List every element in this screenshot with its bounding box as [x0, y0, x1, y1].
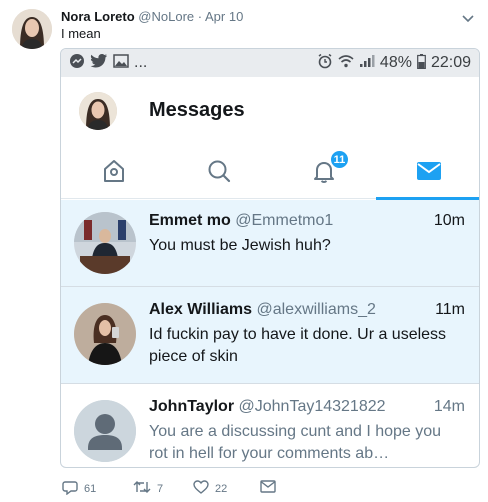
- message-preview: Id fuckin pay to have it done. Ur a usel…: [149, 326, 447, 365]
- tweet-date[interactable]: Apr 10: [205, 9, 243, 24]
- tweet-header: Nora Loreto @NoLore · Apr 10: [61, 9, 243, 25]
- default-avatar-icon[interactable]: [74, 400, 136, 462]
- tweet-actions: 61 7 22: [60, 480, 480, 498]
- sender-handle: @alexwilliams_2: [256, 301, 376, 318]
- sender-name: JohnTaylor: [149, 398, 235, 415]
- alarm-clock-icon: [317, 53, 333, 73]
- message-preview: You must be Jewish huh?: [149, 237, 331, 254]
- tweet-author-handle[interactable]: @NoLore: [138, 9, 194, 24]
- reply-button[interactable]: 61: [62, 480, 96, 498]
- sender-name: Emmet mo: [149, 212, 231, 229]
- retweet-icon: [133, 480, 151, 497]
- status-overflow: ...: [134, 54, 148, 71]
- signal-strength-icon: [359, 54, 375, 72]
- conversation-sender: Emmet mo @Emmetmo1: [149, 212, 333, 230]
- conversation-row[interactable]: Alex Williams @alexwilliams_2 11m Id fuc…: [61, 287, 479, 384]
- image-icon: [113, 54, 129, 72]
- tab-messages[interactable]: [376, 147, 479, 200]
- heart-icon: [193, 480, 209, 497]
- home-icon: [101, 158, 127, 189]
- messenger-icon: [69, 53, 85, 73]
- tab-search[interactable]: [166, 147, 271, 199]
- like-count: 22: [215, 482, 228, 495]
- twitter-bird-icon: [90, 53, 108, 73]
- phone-status-bar: ... 48% 22:09: [61, 49, 479, 77]
- message-preview: You are a discussing cunt and I hope you…: [149, 423, 442, 462]
- account-avatar[interactable]: [79, 92, 117, 130]
- sender-name: Alex Williams: [149, 301, 253, 318]
- conversation-list: Emmet mo @Emmetmo1 10m You must be Jewis…: [61, 200, 479, 467]
- app-tab-bar: 11: [61, 147, 479, 200]
- tweet-text: I mean: [61, 26, 101, 41]
- conversation-sender: JohnTaylor @JohnTay14321822: [149, 398, 386, 416]
- like-button[interactable]: 22: [193, 480, 227, 497]
- conversation-sender: Alex Williams @alexwilliams_2: [149, 301, 376, 319]
- retweet-count: 7: [157, 482, 164, 495]
- retweet-button[interactable]: 7: [133, 480, 163, 497]
- sender-handle: @JohnTay14321822: [238, 398, 386, 415]
- envelope-icon: [260, 480, 276, 496]
- notifications-badge: 11: [329, 149, 350, 170]
- status-time: 22:09: [430, 54, 471, 71]
- conversation-row[interactable]: Emmet mo @Emmetmo1 10m You must be Jewis…: [61, 200, 479, 287]
- avatar[interactable]: [74, 303, 136, 365]
- message-time: 10m: [433, 212, 465, 229]
- reply-count: 61: [84, 483, 97, 495]
- battery-percent: 48%: [379, 54, 412, 71]
- message-time: 14m: [433, 398, 465, 415]
- messages-header: Messages: [61, 77, 479, 147]
- conversation-row[interactable]: JohnTaylor @JohnTay14321822 14m You are …: [61, 384, 479, 467]
- tweet-separator: ·: [197, 9, 203, 24]
- direct-message-button[interactable]: [260, 480, 276, 496]
- messages-title: Messages: [149, 99, 245, 121]
- tab-notifications[interactable]: 11: [271, 147, 376, 199]
- tweet-author-avatar[interactable]: [12, 9, 52, 49]
- tweet-author-name[interactable]: Nora Loreto: [61, 9, 135, 24]
- battery-icon: [417, 53, 426, 73]
- avatar[interactable]: [74, 212, 136, 274]
- wifi-icon: [338, 54, 354, 72]
- envelope-icon: [416, 160, 442, 187]
- chevron-down-icon[interactable]: [460, 10, 476, 26]
- message-time: 11m: [435, 301, 465, 318]
- tab-home[interactable]: [61, 147, 166, 199]
- tweet-media-screenshot[interactable]: ... 48% 22:09 Messages 11 Emmet mo @Emme…: [60, 48, 480, 468]
- sender-handle: @Emmetmo1: [235, 212, 334, 229]
- search-icon: [206, 158, 232, 189]
- reply-icon: [62, 480, 78, 498]
